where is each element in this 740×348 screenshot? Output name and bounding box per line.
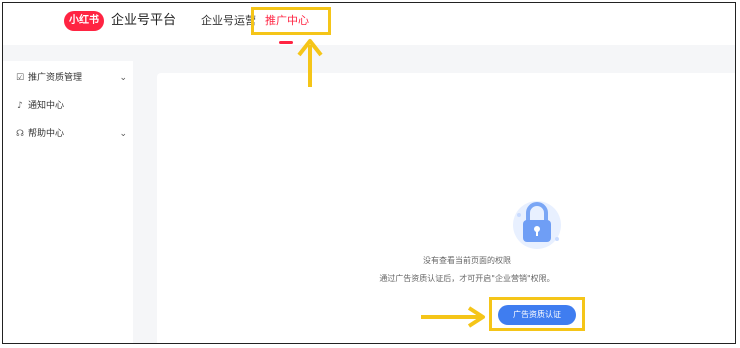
sidebar-item-label: 通知中心 [28, 101, 65, 111]
top-header: 小红书 企业号平台 企业号运营 推广中心 [3, 3, 735, 45]
sidebar-item-help-center[interactable]: ☊ 帮助中心 ⌄ [15, 125, 131, 143]
calendar-check-icon: ☑ [15, 73, 25, 83]
active-tab-indicator [279, 41, 293, 44]
highlight-box-button [489, 297, 585, 331]
brand-logo[interactable]: 小红书 [64, 11, 104, 31]
sidebar: ☑ 推广资质管理 ⌄ ♪ 通知中心 ☊ 帮助中心 ⌄ [3, 61, 133, 343]
no-permission-text: 没有查看当前页面的权限 [423, 256, 511, 265]
headset-icon: ☊ [16, 129, 24, 139]
sidebar-item-label: 推广资质管理 [28, 73, 83, 83]
highlight-box-nav [251, 7, 331, 35]
platform-title: 企业号平台 [111, 13, 177, 28]
certification-hint-text: 通过广告资质认证后，才可开启"企业营销"权限。 [379, 274, 555, 283]
main-content-card: 没有查看当前页面的权限 通过广告资质认证后，才可开启"企业营销"权限。 广告资质… [157, 73, 735, 343]
sidebar-item-label: 帮助中心 [28, 129, 65, 139]
chevron-down-icon[interactable]: ⌄ [119, 125, 127, 143]
bell-icon: ♪ [17, 101, 23, 111]
sidebar-item-notification-center[interactable]: ♪ 通知中心 [15, 97, 131, 115]
sidebar-item-promotion-qualification[interactable]: ☑ 推广资质管理 ⌄ [15, 69, 131, 87]
nav-tab-enterprise-operations[interactable]: 企业号运营 [201, 14, 256, 28]
app-window: 小红书 企业号平台 企业号运营 推广中心 ☑ 推广资质管理 ⌄ ♪ 通知中心 ☊ 帮助… [2, 2, 736, 344]
arrow-up-icon [297, 39, 323, 87]
lock-icon [513, 201, 561, 249]
arrow-right-icon [421, 306, 485, 328]
chevron-down-icon[interactable]: ⌄ [119, 69, 127, 87]
